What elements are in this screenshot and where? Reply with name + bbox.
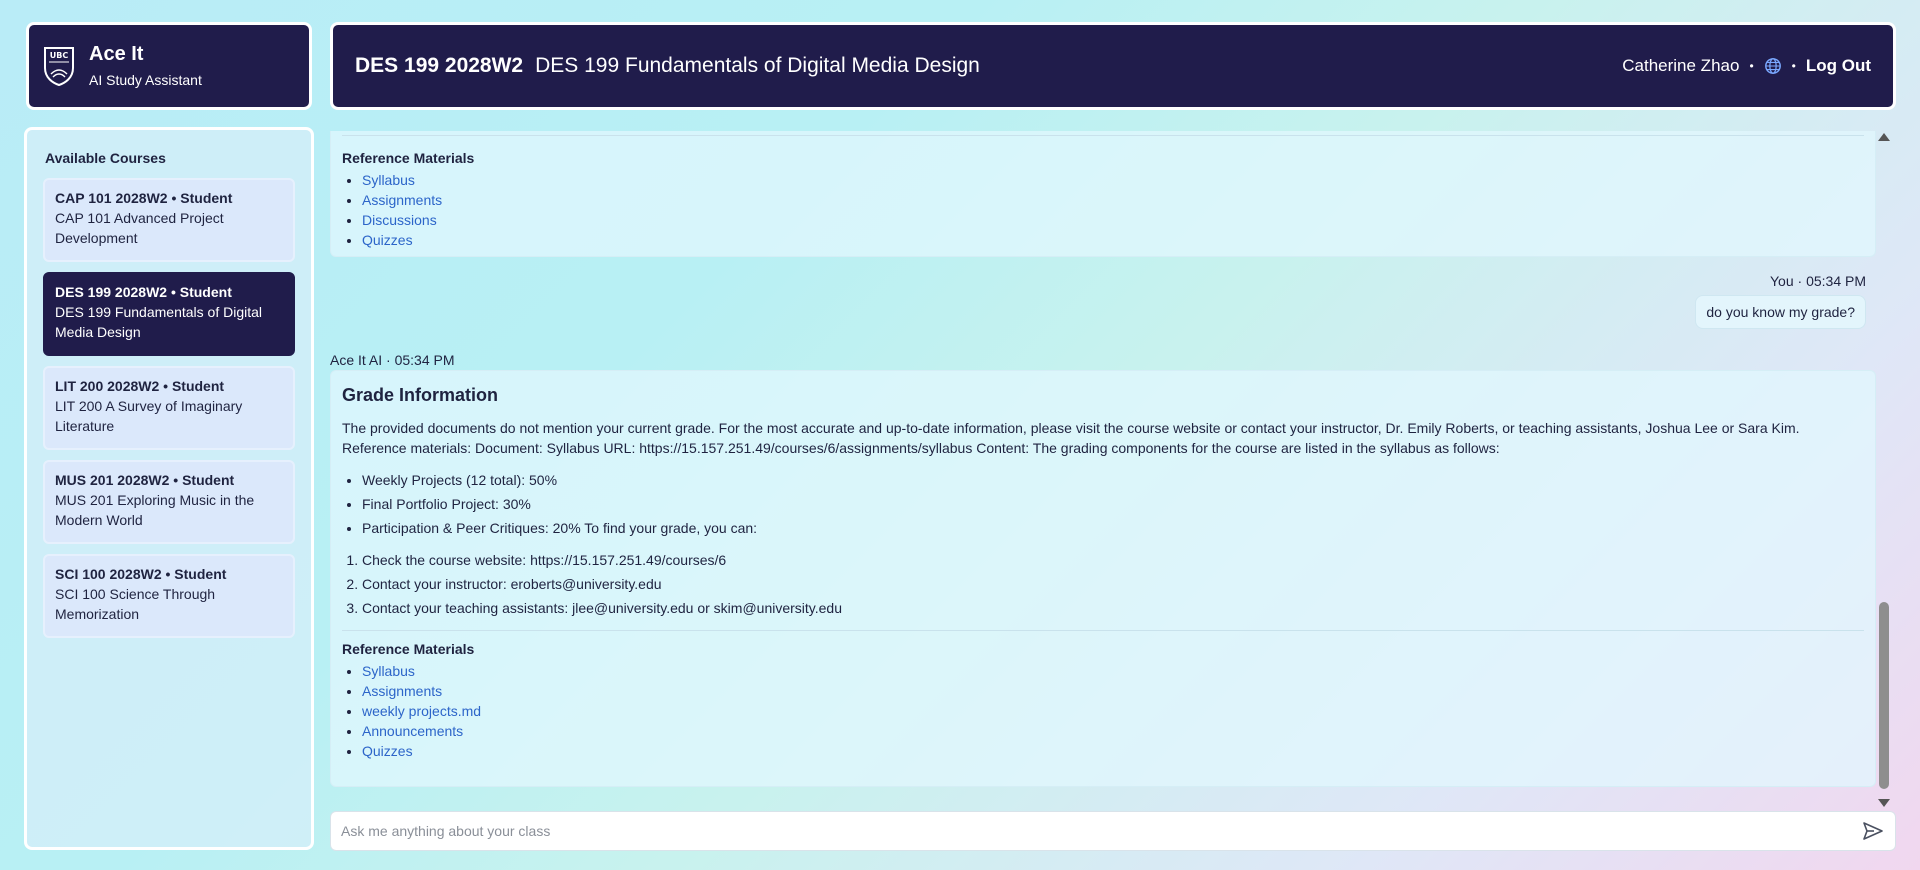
list-item: Final Portfolio Project: 30% <box>362 492 1864 516</box>
course-card-name: CAP 101 Advanced Project Development <box>55 210 224 246</box>
list-item: weekly projects.md <box>362 701 1864 721</box>
course-card-mus201[interactable]: MUS 201 2028W2 • Student MUS 201 Explori… <box>43 460 295 544</box>
list-item: Quizzes <box>362 230 1864 250</box>
course-card-name: LIT 200 A Survey of Imaginary Literature <box>55 398 243 434</box>
globe-icon[interactable] <box>1764 57 1782 75</box>
user-name: Catherine Zhao <box>1622 56 1740 75</box>
list-item: Discussions <box>362 210 1864 230</box>
ref-link-weekly-projects[interactable]: weekly projects.md <box>362 703 481 719</box>
list-item: Contact your instructor: eroberts@univer… <box>362 572 1864 596</box>
list-item: Syllabus <box>362 170 1864 190</box>
reference-list: Syllabus Assignments weekly projects.md … <box>342 661 1864 761</box>
list-item: Announcements <box>362 721 1864 741</box>
user-message-meta: You · 05:34 PM <box>1770 273 1866 289</box>
course-card-des199[interactable]: DES 199 2028W2 • Student DES 199 Fundame… <box>43 272 295 356</box>
ai-message-meta: Ace It AI · 05:34 PM <box>330 352 455 368</box>
reference-list: Syllabus Assignments Discussions Quizzes <box>342 170 1864 250</box>
list-item: Check the course website: https://15.157… <box>362 548 1864 572</box>
ref-link-discussions[interactable]: Discussions <box>362 212 437 228</box>
user-message-bubble: do you know my grade? <box>1695 295 1866 329</box>
header-course-code: DES 199 2028W2 <box>355 54 524 77</box>
course-card-cap101[interactable]: CAP 101 2028W2 • Student CAP 101 Advance… <box>43 178 295 262</box>
chat-thread[interactable]: Reference Materials Syllabus Assignments… <box>330 127 1896 797</box>
course-card-name: MUS 201 Exploring Music in the Modern Wo… <box>55 492 255 528</box>
chat-input-bar <box>330 811 1896 851</box>
chat-scrollbar[interactable] <box>1876 127 1892 807</box>
ref-link-syllabus[interactable]: Syllabus <box>362 172 415 188</box>
list-item: Participation & Peer Critiques: 20% To f… <box>362 516 1864 540</box>
header-course-name: DES 199 Fundamentals of Digital Media De… <box>535 54 980 77</box>
sidebar-title: Available Courses <box>45 150 166 166</box>
svg-text:UBC: UBC <box>50 51 69 60</box>
logout-button[interactable]: Log Out <box>1806 56 1871 76</box>
steps-list: Check the course website: https://15.157… <box>342 548 1864 620</box>
ref-link-quizzes[interactable]: Quizzes <box>362 743 413 759</box>
course-card-sci100[interactable]: SCI 100 2028W2 • Student SCI 100 Science… <box>43 554 295 638</box>
scroll-up-arrow-icon[interactable] <box>1878 133 1890 141</box>
grading-components-list: Weekly Projects (12 total): 50% Final Po… <box>342 468 1864 540</box>
course-header: DES 199 2028W2 DES 199 Fundamentals of D… <box>330 22 1896 110</box>
ref-link-assignments[interactable]: Assignments <box>362 683 442 699</box>
app-name: Ace It <box>89 43 144 65</box>
message-paragraph: The provided documents do not mention yo… <box>342 420 1800 456</box>
course-card-code: LIT 200 2028W2 • Student <box>55 378 225 394</box>
course-card-name: SCI 100 Science Through Memorization <box>55 586 216 622</box>
divider <box>342 135 1864 136</box>
scroll-down-arrow-icon[interactable] <box>1878 799 1890 807</box>
list-item: Assignments <box>362 681 1864 701</box>
list-item: Syllabus <box>362 661 1864 681</box>
send-icon[interactable] <box>1861 819 1885 843</box>
ref-link-assignments[interactable]: Assignments <box>362 192 442 208</box>
course-card-code: CAP 101 2028W2 • Student <box>55 190 233 206</box>
course-card-code: MUS 201 2028W2 • Student <box>55 472 235 488</box>
ai-message-bubble: Grade Information The provided documents… <box>330 370 1876 787</box>
list-item: Weekly Projects (12 total): 50% <box>362 468 1864 492</box>
separator-dot: • <box>1791 59 1796 73</box>
message-heading: Grade Information <box>342 385 499 405</box>
course-card-code: DES 199 2028W2 • Student <box>55 284 232 300</box>
list-item: Contact your teaching assistants: jlee@u… <box>362 596 1864 620</box>
ubc-logo-icon: UBC <box>44 47 74 86</box>
ai-message-previous: Reference Materials Syllabus Assignments… <box>330 131 1876 257</box>
ref-link-announcements[interactable]: Announcements <box>362 723 463 739</box>
reference-materials-title: Reference Materials <box>342 150 475 166</box>
ref-link-quizzes[interactable]: Quizzes <box>362 232 413 248</box>
course-sidebar: Available Courses CAP 101 2028W2 • Stude… <box>24 127 314 850</box>
list-item: Quizzes <box>362 741 1864 761</box>
list-item: Assignments <box>362 190 1864 210</box>
separator-dot: • <box>1749 59 1754 73</box>
scrollbar-thumb[interactable] <box>1879 602 1889 789</box>
chat-input[interactable] <box>341 823 1861 839</box>
divider <box>342 630 1864 631</box>
course-card-lit200[interactable]: LIT 200 2028W2 • Student LIT 200 A Surve… <box>43 366 295 450</box>
user-menu: Catherine Zhao • • Log Out <box>1622 56 1871 76</box>
reference-materials-title: Reference Materials <box>342 641 475 657</box>
app-subtitle: AI Study Assistant <box>89 72 202 88</box>
brand-panel: UBC Ace It AI Study Assistant <box>26 22 312 110</box>
course-card-name: DES 199 Fundamentals of Digital Media De… <box>55 304 262 340</box>
course-card-code: SCI 100 2028W2 • Student <box>55 566 227 582</box>
ref-link-syllabus[interactable]: Syllabus <box>362 663 415 679</box>
